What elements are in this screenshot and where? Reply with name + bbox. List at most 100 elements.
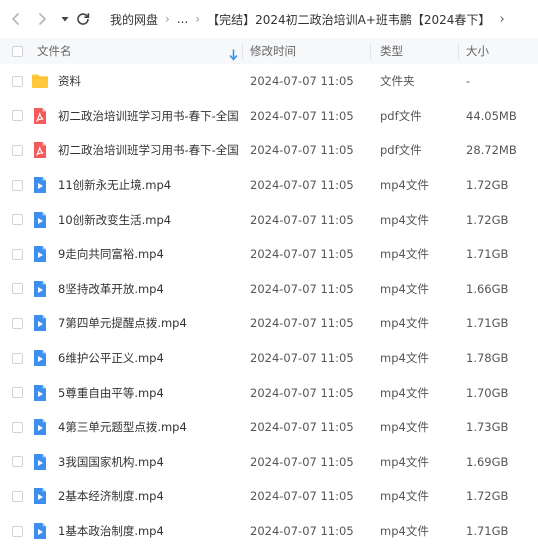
file-row[interactable]: 5尊重自由平等.mp4 2024-07-07 11:05 mp4文件 1.70GB: [0, 375, 538, 410]
video-icon: [31, 384, 49, 402]
column-divider[interactable]: [370, 43, 371, 59]
folder-icon: [31, 72, 49, 90]
file-size: 44.05MB: [466, 108, 517, 123]
modified-time: 2024-07-07 11:05: [250, 212, 354, 227]
file-row[interactable]: 7第四单元提醒点拨.mp4 2024-07-07 11:05 mp4文件 1.71GB: [0, 306, 538, 341]
file-list-header: 文件名 修改时间 类型 大小: [0, 38, 538, 64]
file-row[interactable]: 资料 2024-07-07 11:05 文件夹 -: [0, 64, 538, 99]
video-icon: [31, 349, 49, 367]
modified-time: 2024-07-07 11:05: [250, 454, 354, 469]
file-type: mp4文件: [380, 281, 429, 296]
row-checkbox[interactable]: [12, 317, 23, 329]
modified-time: 2024-07-07 11:05: [250, 351, 354, 366]
breadcrumb-separator: ›: [195, 12, 201, 26]
row-checkbox[interactable]: [12, 110, 23, 122]
row-checkbox[interactable]: [12, 352, 23, 364]
video-icon: [31, 245, 49, 263]
file-name[interactable]: 3我国国家机构.mp4: [58, 445, 238, 480]
row-checkbox[interactable]: [12, 179, 23, 191]
file-name[interactable]: 8坚持改革开放.mp4: [58, 272, 238, 307]
file-row[interactable]: 4第三单元题型点拨.mp4 2024-07-07 11:05 mp4文件 1.73GB: [0, 410, 538, 445]
file-size: 1.69GB: [466, 454, 509, 469]
pdf-icon: [31, 107, 49, 125]
breadcrumb-separator: ›: [165, 12, 170, 26]
refresh-button[interactable]: [76, 12, 90, 26]
file-type: mp4文件: [380, 351, 429, 366]
chevron-right-icon: [38, 12, 47, 26]
modified-time: 2024-07-07 11:05: [250, 524, 354, 539]
file-name[interactable]: 初二政治培训班学习用书-春下-全国...: [58, 99, 238, 134]
file-size: 1.66GB: [466, 281, 509, 296]
file-name[interactable]: 初二政治培训班学习用书-春下-全国...: [58, 133, 238, 168]
file-row[interactable]: 初二政治培训班学习用书-春下-全国... 2024-07-07 11:05 pdf文…: [0, 99, 538, 134]
row-checkbox[interactable]: [12, 283, 23, 295]
file-row[interactable]: 8坚持改革开放.mp4 2024-07-07 11:05 mp4文件 1.66GB: [0, 272, 538, 307]
column-header-size[interactable]: 大小: [466, 38, 489, 64]
file-name[interactable]: 11创新永无止境.mp4: [58, 168, 238, 203]
column-header-type[interactable]: 类型: [380, 38, 403, 64]
row-checkbox[interactable]: [12, 490, 23, 502]
file-row[interactable]: 11创新永无止境.mp4 2024-07-07 11:05 mp4文件 1.72GB: [0, 168, 538, 203]
file-type: pdf文件: [380, 108, 422, 123]
column-header-name[interactable]: 文件名: [37, 38, 72, 64]
file-name[interactable]: 1基本政治制度.mp4: [58, 514, 238, 549]
file-size: 1.72GB: [466, 212, 509, 227]
file-name[interactable]: 2基本经济制度.mp4: [58, 479, 238, 514]
modified-time: 2024-07-07 11:05: [250, 489, 354, 504]
forward-button[interactable]: [34, 11, 50, 27]
file-type: mp4文件: [380, 420, 429, 435]
file-name[interactable]: 9走向共同富裕.mp4: [58, 237, 238, 272]
video-icon: [31, 453, 49, 471]
row-checkbox[interactable]: [12, 525, 23, 537]
file-type: mp4文件: [380, 454, 429, 469]
file-row[interactable]: 9走向共同富裕.mp4 2024-07-07 11:05 mp4文件 1.71GB: [0, 237, 538, 272]
breadcrumb-root[interactable]: 我的网盘: [110, 11, 158, 28]
file-row[interactable]: 1基本政治制度.mp4 2024-07-07 11:05 mp4文件 1.71GB: [0, 514, 538, 549]
file-name[interactable]: 4第三单元题型点拨.mp4: [58, 410, 238, 445]
file-type: mp4文件: [380, 178, 429, 193]
file-size: 28.72MB: [466, 143, 517, 158]
file-name[interactable]: 5尊重自由平等.mp4: [58, 375, 238, 410]
refresh-icon: [77, 13, 90, 25]
file-size: 1.72GB: [466, 489, 509, 504]
row-checkbox[interactable]: [12, 421, 23, 433]
column-divider[interactable]: [458, 43, 459, 59]
row-checkbox[interactable]: [12, 75, 23, 87]
file-row[interactable]: 6维护公平正义.mp4 2024-07-07 11:05 mp4文件 1.78GB: [0, 341, 538, 376]
caret-down-icon: [61, 17, 69, 22]
back-button[interactable]: [8, 11, 24, 27]
row-checkbox[interactable]: [12, 214, 23, 226]
file-name[interactable]: 7第四单元提醒点拨.mp4: [58, 306, 238, 341]
modified-time: 2024-07-07 11:05: [250, 247, 354, 262]
column-header-time[interactable]: 修改时间: [250, 38, 296, 64]
row-checkbox[interactable]: [12, 144, 23, 156]
file-row[interactable]: 初二政治培训班学习用书-春下-全国... 2024-07-07 11:05 pdf文…: [0, 133, 538, 168]
file-size: 1.73GB: [466, 420, 509, 435]
modified-time: 2024-07-07 11:05: [250, 143, 354, 158]
file-size: 1.72GB: [466, 178, 509, 193]
file-row[interactable]: 2基本经济制度.mp4 2024-07-07 11:05 mp4文件 1.72GB: [0, 479, 538, 514]
file-size: 1.71GB: [466, 247, 509, 262]
file-type: mp4文件: [380, 524, 429, 539]
breadcrumb-ellipsis[interactable]: ...: [177, 12, 188, 26]
row-checkbox[interactable]: [12, 456, 23, 468]
column-divider[interactable]: [242, 43, 243, 59]
file-row[interactable]: 10创新改变生活.mp4 2024-07-07 11:05 mp4文件 1.72GB: [0, 202, 538, 237]
video-icon: [31, 211, 49, 229]
breadcrumb-expand-icon[interactable]: ›: [499, 12, 504, 27]
modified-time: 2024-07-07 11:05: [250, 316, 354, 331]
file-name[interactable]: 10创新改变生活.mp4: [58, 202, 238, 237]
history-dropdown-button[interactable]: [60, 14, 70, 24]
file-size: 1.78GB: [466, 351, 509, 366]
video-icon: [31, 487, 49, 505]
file-type: mp4文件: [380, 212, 429, 227]
file-row[interactable]: 3我国国家机构.mp4 2024-07-07 11:05 mp4文件 1.69GB: [0, 445, 538, 480]
row-checkbox[interactable]: [12, 248, 23, 260]
sort-arrow-icon[interactable]: [229, 44, 238, 61]
select-all-checkbox[interactable]: [12, 46, 23, 57]
file-size: 1.70GB: [466, 385, 509, 400]
chevron-left-icon: [11, 12, 20, 26]
row-checkbox[interactable]: [12, 387, 23, 399]
file-name[interactable]: 6维护公平正义.mp4: [58, 341, 238, 376]
file-name[interactable]: 资料: [58, 64, 238, 99]
